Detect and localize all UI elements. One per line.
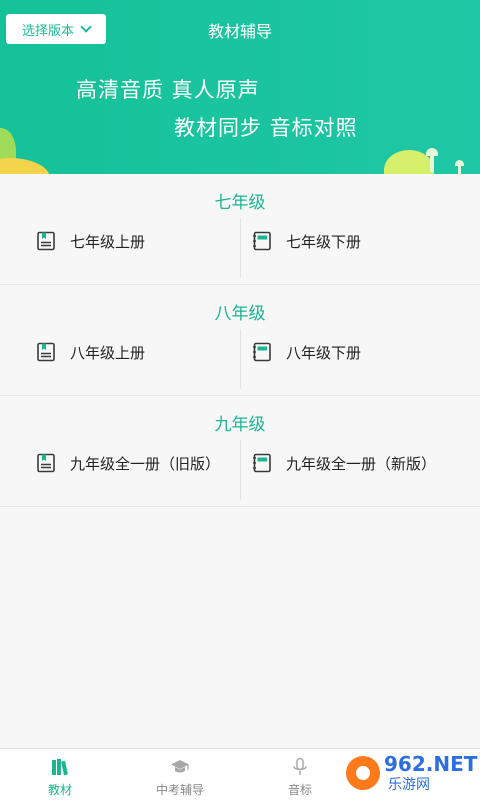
nav-label: 中考辅导	[155, 783, 204, 797]
grade-section: 八年级 八年级上册 八年级下册	[0, 285, 480, 396]
graduation-cap-icon	[170, 757, 190, 777]
page-title: 教材辅导	[207, 22, 272, 41]
nav-tab-textbook[interactable]: 教材	[0, 749, 120, 800]
book-item[interactable]: 九年级全一册（新版）	[252, 446, 436, 480]
notebook-icon	[252, 231, 272, 251]
divider	[240, 440, 241, 500]
watermark-brand: 962.NET	[384, 752, 478, 776]
book-icon	[36, 342, 56, 362]
grade-title: 七年级	[214, 193, 266, 213]
book-label: 七年级下册	[286, 232, 362, 251]
slogan-line-1: 高清音质 真人原声	[76, 78, 260, 102]
app-screen: 选择版本 教材辅导 高清音质 真人原声 教材同步 音标对照 七年级 七年级上册	[0, 0, 480, 800]
book-icon	[36, 231, 56, 251]
notebook-icon	[252, 342, 272, 362]
book-label: 九年级全一册（旧版）	[70, 454, 221, 473]
grade-section: 七年级 七年级上册 七年级下册	[0, 174, 480, 285]
watermark-logo: 962.NET 乐游网	[340, 750, 478, 796]
book-item[interactable]: 九年级全一册（旧版）	[36, 446, 220, 480]
book-label: 七年级上册	[70, 232, 146, 251]
decor-tree-icon	[430, 150, 434, 172]
book-label: 九年级全一册（新版）	[286, 454, 437, 473]
slogan-line-2: 教材同步 音标对照	[174, 116, 358, 140]
header-banner: 选择版本 教材辅导 高清音质 真人原声 教材同步 音标对照	[0, 0, 480, 174]
grade-title: 八年级	[214, 304, 266, 324]
decor-tree-icon	[458, 162, 461, 174]
grade-title: 九年级	[214, 415, 266, 435]
grade-section: 九年级 九年级全一册（旧版） 九年级全一册（新版）	[0, 396, 480, 507]
book-label: 八年级下册	[286, 343, 362, 362]
watermark-subtitle: 乐游网	[388, 777, 430, 793]
divider	[240, 218, 241, 278]
book-item[interactable]: 七年级上册	[36, 224, 145, 258]
nav-label: 教材	[47, 783, 72, 797]
notebook-icon	[252, 453, 272, 473]
decor-hill-icon	[0, 158, 50, 174]
book-item[interactable]: 七年级下册	[252, 224, 361, 258]
book-label: 八年级上册	[70, 343, 146, 362]
nav-tab-exam[interactable]: 中考辅导	[120, 749, 240, 800]
brand-logo-icon	[346, 756, 380, 790]
book-icon	[36, 453, 56, 473]
grade-list: 七年级 七年级上册 七年级下册 八年级 八年级上册 八年级下册 九年级 九年级全…	[0, 174, 480, 507]
book-item[interactable]: 八年级下册	[252, 335, 361, 369]
books-icon	[50, 757, 70, 777]
microphone-icon	[290, 757, 310, 777]
divider	[240, 329, 241, 389]
book-item[interactable]: 八年级上册	[36, 335, 145, 369]
